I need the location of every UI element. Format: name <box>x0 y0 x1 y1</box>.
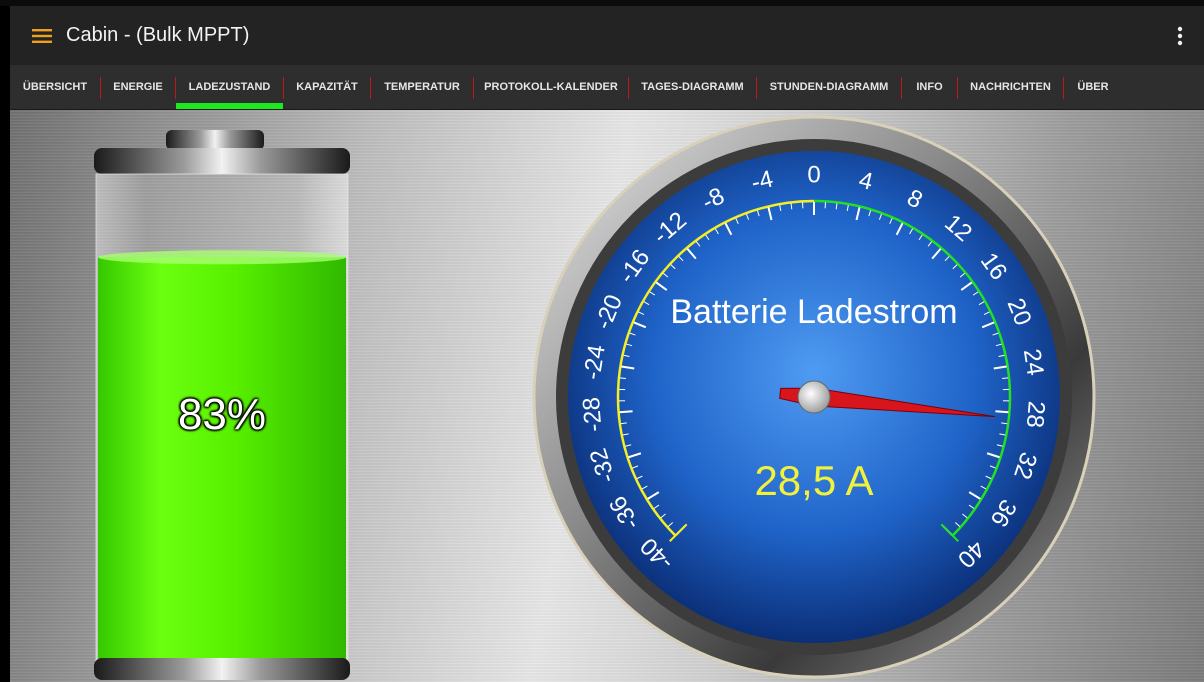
tab-stunden-diagramm[interactable]: STUNDEN-DIAGRAMM <box>757 65 901 109</box>
app-title: Cabin - (Bulk MPPT) <box>66 24 250 46</box>
gauge-tick <box>619 410 633 414</box>
tab-info[interactable]: INFO <box>902 65 957 109</box>
gauge-tick <box>1002 377 1009 379</box>
menu-button[interactable] <box>22 16 62 56</box>
tab-kapazitaet[interactable]: KAPAZITÄT <box>284 65 370 109</box>
battery-fill-level <box>98 257 346 664</box>
tab-temperatur[interactable]: TEMPERATUR <box>371 65 473 109</box>
tab-bar: ÜBERSICHT ENERGIE LADEZUSTAND KAPAZITÄT … <box>10 65 1204 110</box>
tab-tages-diagramm[interactable]: TAGES-DIAGRAMM <box>629 65 756 109</box>
gauge-tick-label: 24 <box>1018 347 1049 378</box>
battery-fill-surface <box>98 250 346 265</box>
battery-terminal <box>166 130 264 150</box>
charge-current-gauge: -40-36-32-28-24-20-16-12-8-4 0 48121620242… <box>532 115 1096 679</box>
gauge-tick <box>619 377 626 379</box>
selected-tab-indicator <box>176 103 283 109</box>
gauge-tick-label: -24 <box>579 343 611 381</box>
gauge-tick-label: -28 <box>578 396 608 433</box>
gauge-tick-label: 0 <box>807 162 820 189</box>
gauge-tick-label: 28 <box>1021 400 1050 429</box>
battery-bottom-cap <box>94 658 350 680</box>
gauge-title: Batterie Ladestrom <box>670 293 957 331</box>
gauge-value-label: 28,5 A <box>754 457 873 504</box>
gauge-needle-hub <box>797 380 831 414</box>
gauge-tick <box>790 203 793 210</box>
hamburger-icon <box>32 28 52 43</box>
tab-energie[interactable]: ENERGIE <box>101 65 175 109</box>
gauge-tick <box>835 203 838 210</box>
content-area: 83% -40 -36 -32 -28 -24 -20 -16 -12 -8 -4 0 4 8 12 16 2… <box>10 110 1204 682</box>
battery-top-cap <box>94 148 350 174</box>
gauge-tick <box>995 410 1009 414</box>
overflow-menu-button[interactable] <box>1162 16 1198 56</box>
tab-nachrichten[interactable]: NACHRICHTEN <box>958 65 1063 109</box>
battery-percent-label: 83% <box>177 390 267 439</box>
tab-uebersicht[interactable]: ÜBERSICHT <box>10 65 100 109</box>
tab-ueber[interactable]: ÜBER <box>1064 65 1122 109</box>
app-bar: Cabin - (Bulk MPPT) <box>10 6 1204 65</box>
tab-protokoll-kalender[interactable]: PROTOKOLL-KALENDER <box>474 65 628 109</box>
more-vert-icon <box>1177 26 1183 46</box>
